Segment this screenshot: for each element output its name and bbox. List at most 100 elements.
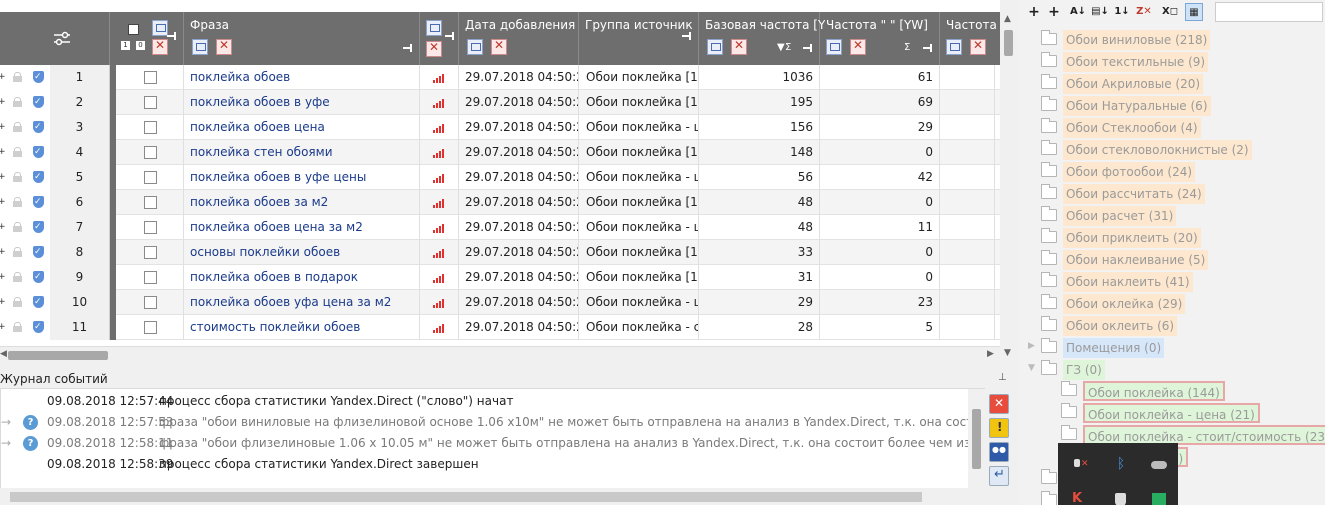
expand-icon[interactable]: + [0,323,6,332]
add-group-icon[interactable]: + [1025,3,1043,21]
clear-filter-icon[interactable] [970,38,986,55]
scroll-left-icon[interactable]: ◀ [0,349,7,359]
sort-color-icon[interactable]: ▤↓ [1091,3,1109,21]
scroll-thumb[interactable] [8,351,108,360]
phrase-cell[interactable]: поклейка обоев за м2 [184,190,420,215]
header-freq-excl[interactable]: Частота [940,12,1000,65]
filter-icon[interactable] [152,20,168,36]
sort-count-icon[interactable]: 1↓ [1113,3,1131,21]
header-freq-quoted[interactable]: Частота " " [YW] Σ [820,12,940,65]
toggle-icon-0[interactable]: 0 [136,41,145,50]
shield-icon[interactable] [33,165,44,190]
frequency-chart-icon[interactable] [433,173,447,183]
log-vertical-scrollbar[interactable] [968,389,985,489]
grid-horizontal-scrollbar[interactable]: ◀ ▶ [0,346,1000,362]
table-row[interactable]: +6 поклейка обоев за м2 29.07.2018 04:50:2… [0,190,1000,215]
log-entry[interactable]: →? 09.08.2018 12:58:11 фраза "обои флизели… [1,433,984,454]
tree-group-item[interactable]: Обои стекловолокнистые (2) [1019,140,1325,160]
lock-icon[interactable] [13,97,22,107]
expand-arrow-icon[interactable]: ▶ [1028,341,1035,351]
filter-icon[interactable] [826,39,842,55]
table-row[interactable]: +10 поклейка обоев уфа цена за м2 29.07.20… [0,290,1000,315]
filter-icon[interactable] [467,39,483,55]
tree-group-item[interactable]: Обои поклейка - цена (21) [1019,403,1325,423]
filter-icon[interactable] [946,39,962,55]
bluetooth-icon[interactable]: ᛒ [1112,455,1130,473]
clear-filter-icon[interactable] [491,38,507,55]
log-entry[interactable]: →? 09.08.2018 12:57:53 фраза "обои винилов… [1,412,984,433]
antivirus-icon[interactable]: K [1072,491,1090,505]
clear-filter-icon[interactable] [731,38,747,55]
phrase-cell[interactable]: поклейка обоев в подарок [184,265,420,290]
lock-icon[interactable] [13,147,22,157]
frequency-chart-icon[interactable] [433,73,447,83]
row-checkbox[interactable] [144,271,157,284]
lock-icon[interactable] [13,222,22,232]
sum-icon[interactable]: Σ [785,42,791,53]
expand-icon[interactable]: + [0,123,6,132]
header-date-added[interactable]: Дата добавления [459,12,579,65]
lock-icon[interactable] [13,197,22,207]
lock-icon[interactable] [13,322,22,332]
add-subgroup-icon[interactable]: + [1045,3,1063,21]
tree-group-item[interactable]: Обои наклеить (41) [1019,272,1325,292]
phrase-cell[interactable]: стоимость поклейки обоев [184,315,420,340]
row-checkbox[interactable] [144,246,157,259]
row-checkbox[interactable] [144,221,157,234]
frequency-chart-icon[interactable] [433,323,447,333]
shield-icon[interactable] [33,190,44,215]
header-source-group[interactable]: Группа источник [579,12,699,65]
row-checkbox[interactable] [144,171,157,184]
expand-icon[interactable]: + [0,98,6,107]
app-tray-icon[interactable] [1150,491,1168,505]
sort-down-icon[interactable]: ▼ [777,42,785,53]
grid-vertical-scrollbar[interactable]: ▲ ▼ [1000,12,1017,362]
phrase-cell[interactable]: поклейка обоев цена за м2 [184,215,420,240]
pin-icon[interactable]: ⊥ [998,372,1007,383]
table-row[interactable]: +3 поклейка обоев цена 29.07.2018 04:50:21… [0,115,1000,140]
tree-group-item[interactable]: Обои виниловые (218) [1019,30,1325,50]
phrase-cell[interactable]: поклейка стен обоями [184,140,420,165]
filter-icon[interactable] [192,39,208,55]
table-row[interactable]: +8 основы поклейки обоев 29.07.2018 04:50:… [0,240,1000,265]
pin-icon[interactable] [167,32,177,40]
lock-icon[interactable] [13,122,22,132]
show-info-button[interactable] [989,442,1009,462]
log-horizontal-scrollbar[interactable] [0,488,985,505]
lock-icon[interactable] [13,72,22,82]
table-row[interactable]: +1 поклейка обоев 29.07.2018 04:50:21Обои … [0,65,1000,90]
clear-sort-icon[interactable]: Z✕ [1135,3,1153,21]
shield-icon[interactable] [33,140,44,165]
phrase-cell[interactable]: поклейка обоев цена [184,115,420,140]
frequency-chart-icon[interactable] [433,248,447,258]
toggle-view-icon[interactable]: X◻ [1161,3,1179,21]
shield-icon[interactable] [33,265,44,290]
header-base-freq[interactable]: Базовая частота [Y ▼ Σ [699,12,825,65]
frequency-chart-icon[interactable] [433,123,447,133]
expand-icon[interactable]: + [0,298,6,307]
tree-group-item[interactable]: ▶ Помещения (0) [1019,338,1325,358]
shield-icon[interactable] [33,240,44,265]
expand-arrow-icon[interactable]: ▼ [1028,363,1035,373]
frequency-chart-icon[interactable] [433,148,447,158]
clear-filter-icon[interactable] [216,38,232,55]
tree-group-item[interactable]: Обои приклеить (20) [1019,228,1325,248]
frequency-chart-icon[interactable] [433,198,447,208]
tree-group-item[interactable]: Обои фотообои (24) [1019,162,1325,182]
shield-icon[interactable] [33,65,44,90]
shield-icon[interactable] [33,290,44,315]
tree-group-item[interactable]: Обои наклеивание (5) [1019,250,1325,270]
select-all-checkbox[interactable] [128,24,139,35]
speaker-muted-icon[interactable] [1072,455,1090,473]
frequency-chart-icon[interactable] [433,98,447,108]
tree-group-item[interactable]: Обои Натуральные (6) [1019,96,1325,116]
tree-group-item[interactable]: Обои расчет (31) [1019,206,1325,226]
shield-icon[interactable] [33,90,44,115]
table-row[interactable]: +7 поклейка обоев цена за м2 29.07.2018 04… [0,215,1000,240]
show-warnings-button[interactable] [989,418,1009,438]
row-checkbox[interactable] [144,196,157,209]
scroll-right-icon[interactable]: ▶ [987,349,994,359]
shield-icon[interactable] [33,315,44,340]
expand-icon[interactable]: + [0,73,6,82]
phrase-cell[interactable]: поклейка обоев [184,65,420,90]
